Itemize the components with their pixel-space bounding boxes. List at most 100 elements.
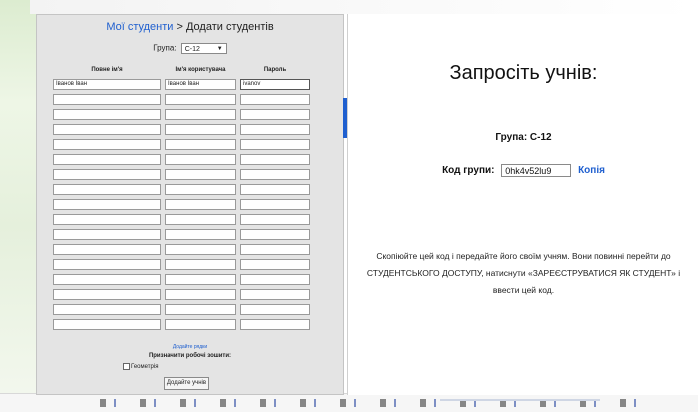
username-field[interactable] [165, 139, 236, 150]
password-field[interactable] [240, 259, 310, 270]
table-row [37, 94, 343, 105]
instructions-line-1: Скопіюйте цей код і передайте його своїм… [376, 251, 671, 261]
username-field[interactable] [165, 259, 236, 270]
username-field[interactable] [165, 169, 236, 180]
password-field[interactable] [240, 214, 310, 225]
username-field[interactable] [165, 244, 236, 255]
password-field[interactable] [240, 154, 310, 165]
breadcrumb-my-students-link[interactable]: Мої студенти [106, 21, 173, 33]
username-field[interactable] [165, 124, 236, 135]
group-label: Група: [153, 43, 177, 53]
username-field[interactable] [165, 289, 236, 300]
full-name-field[interactable] [53, 304, 161, 315]
full-name-field[interactable] [53, 94, 161, 105]
password-field[interactable] [240, 274, 310, 285]
full-name-field[interactable] [53, 289, 161, 300]
table-row [37, 199, 343, 210]
full-name-field[interactable] [53, 169, 161, 180]
full-name-field[interactable] [53, 199, 161, 210]
username-field[interactable] [165, 304, 236, 315]
full-name-field[interactable] [53, 229, 161, 240]
workbook-checkbox[interactable] [123, 363, 130, 370]
password-field[interactable] [240, 109, 310, 120]
password-field[interactable] [240, 199, 310, 210]
copy-button[interactable]: Копія [578, 165, 605, 176]
password-field[interactable] [240, 184, 310, 195]
password-field[interactable] [240, 229, 310, 240]
full-name-field[interactable] [53, 139, 161, 150]
chevron-down-icon: ▼ [216, 46, 223, 52]
workbook-option[interactable]: Геометрія [123, 363, 158, 370]
group-select-value: C-12 [184, 46, 200, 53]
full-name-field[interactable] [53, 124, 161, 135]
password-field[interactable] [240, 289, 310, 300]
table-row [37, 319, 343, 330]
table-row [37, 184, 343, 195]
password-field[interactable] [240, 124, 310, 135]
breadcrumb: Мої студенти > Додати студентів [37, 21, 343, 33]
password-field[interactable] [240, 169, 310, 180]
table-row [37, 169, 343, 180]
username-field[interactable] [165, 229, 236, 240]
full-name-field[interactable] [53, 259, 161, 270]
table-row [37, 304, 343, 315]
group-code-label: Код групи: [442, 165, 495, 177]
table-row [37, 139, 343, 150]
full-name-field[interactable] [53, 244, 161, 255]
password-field[interactable] [240, 94, 310, 105]
table-row [37, 274, 343, 285]
username-field[interactable] [165, 94, 236, 105]
full-name-field[interactable] [53, 319, 161, 330]
username-field[interactable] [165, 319, 236, 330]
invite-students-panel: Запросіть учнів: Група: C-12 Код групи: … [347, 14, 698, 395]
table-row: Іванов Іван Іванов Іван ivanov [37, 79, 343, 90]
table-row [37, 154, 343, 165]
username-field[interactable] [165, 274, 236, 285]
password-field[interactable] [240, 304, 310, 315]
password-field[interactable] [240, 139, 310, 150]
full-name-field[interactable] [53, 214, 161, 225]
table-row [37, 214, 343, 225]
add-students-panel: Мої студенти > Додати студентів Група: C… [36, 14, 344, 395]
table-row [37, 289, 343, 300]
username-field[interactable] [165, 199, 236, 210]
taskbar-line [440, 399, 600, 401]
group-code-row: Код групи: 0hk4v52lu9 Копія [348, 164, 698, 177]
instructions-text: Скопіюйте цей код і передайте його своїм… [348, 248, 698, 299]
instructions-line-3: ввести цей код. [492, 285, 555, 295]
username-field[interactable]: Іванов Іван [165, 79, 236, 90]
column-header-full-name: Повне ім'я [91, 67, 123, 73]
full-name-field[interactable] [53, 109, 161, 120]
add-students-button[interactable]: Додайте учнів [164, 377, 209, 390]
group-select[interactable]: C-12 ▼ [180, 43, 227, 54]
table-row [37, 229, 343, 240]
password-field[interactable]: ivanov [240, 79, 310, 90]
full-name-field[interactable]: Іванов Іван [53, 79, 161, 90]
breadcrumb-current: > Додати студентів [173, 21, 274, 33]
group-code-field[interactable]: 0hk4v52lu9 [501, 164, 572, 177]
username-field[interactable] [165, 184, 236, 195]
full-name-field[interactable] [53, 274, 161, 285]
instructions-line-2: СТУДЕНТСЬКОГО ДОСТУПУ, натиснути «ЗАРЕЄС… [366, 268, 681, 278]
full-name-field[interactable] [53, 184, 161, 195]
table-row [37, 244, 343, 255]
window-top-edge [30, 0, 698, 14]
column-header-username: Ім'я користувача [175, 67, 226, 73]
username-field[interactable] [165, 109, 236, 120]
invite-title: Запросіть учнів: [449, 62, 598, 84]
password-field[interactable] [240, 244, 310, 255]
password-field[interactable] [240, 319, 310, 330]
add-rows-link[interactable]: Додайте рядки [37, 344, 343, 350]
group-name: Група: C-12 [495, 132, 552, 143]
workbook-option-label: Геометрія [131, 364, 159, 371]
table-row [37, 259, 343, 270]
full-name-field[interactable] [53, 154, 161, 165]
desktop-background [0, 0, 36, 411]
table-row [37, 124, 343, 135]
username-field[interactable] [165, 154, 236, 165]
taskbar [0, 393, 698, 412]
username-field[interactable] [165, 214, 236, 225]
assign-workbooks-heading: Призначити робочі зошити: [148, 353, 232, 359]
table-row [37, 109, 343, 120]
column-header-password: Пароль [263, 67, 287, 73]
